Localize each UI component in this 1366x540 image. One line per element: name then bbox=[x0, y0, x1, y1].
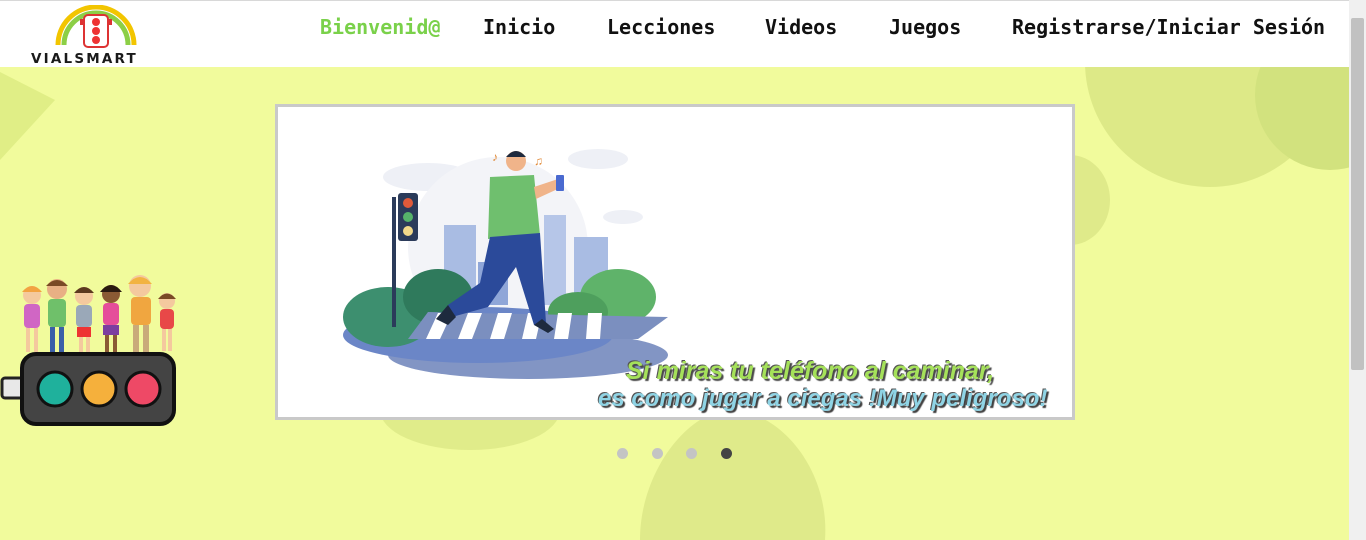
nav-inicio[interactable]: Inicio bbox=[483, 15, 555, 39]
nav-register-login[interactable]: Registrarse/Iniciar Sesión bbox=[1012, 15, 1325, 39]
site-logo[interactable]: VIALSMART bbox=[28, 5, 168, 67]
carousel-dot-1[interactable] bbox=[617, 448, 628, 459]
traffic-light-logo-icon bbox=[55, 5, 137, 48]
logo-text: VIALSMART bbox=[31, 51, 138, 67]
svg-text:♫: ♫ bbox=[534, 154, 543, 168]
nav-juegos[interactable]: Juegos bbox=[889, 15, 961, 39]
nav-videos[interactable]: Videos bbox=[765, 15, 837, 39]
nav-bienvenido[interactable]: Bienvenid@ bbox=[320, 15, 440, 39]
top-navigation-bar: VIALSMART Bienvenid@ Inicio Lecciones Vi… bbox=[0, 0, 1349, 67]
nav-lecciones[interactable]: Lecciones bbox=[607, 15, 715, 39]
slide-caption-line1: Si miras tu teléfono al caminar, bbox=[626, 357, 995, 385]
carousel-dot-4[interactable] bbox=[721, 448, 732, 459]
scrollbar-thumb[interactable] bbox=[1351, 18, 1364, 370]
carousel-dot-2[interactable] bbox=[652, 448, 663, 459]
carousel-dot-3[interactable] bbox=[686, 448, 697, 459]
traffic-light-kids-illustration bbox=[0, 275, 176, 426]
carousel-slide[interactable]: ♪ ♫ Si miras tu teléfono al caminar, es … bbox=[275, 104, 1075, 420]
slide-caption-line2: es como jugar a ciegas !Muy peligroso! bbox=[598, 385, 1048, 412]
svg-text:♪: ♪ bbox=[492, 150, 498, 164]
